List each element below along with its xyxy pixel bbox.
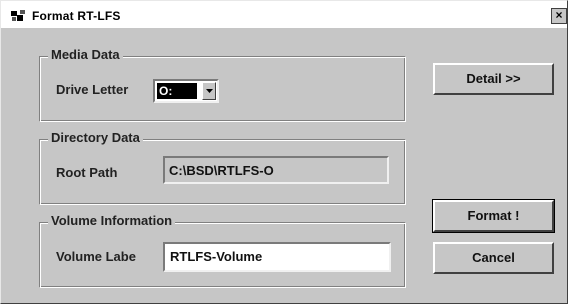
title-bar: Format RT-LFS ×	[1, 1, 567, 28]
cancel-button-label: Cancel	[472, 250, 515, 265]
format-dialog: Format RT-LFS × Media Data Drive Letter …	[0, 0, 568, 304]
detail-button[interactable]: Detail >>	[433, 63, 554, 95]
app-icon	[10, 9, 28, 23]
cancel-button[interactable]: Cancel	[433, 242, 554, 274]
root-path-value: C:\BSD\RTLFS-O	[169, 163, 274, 178]
media-data-legend: Media Data	[48, 47, 123, 62]
volume-label-input[interactable]: RTLFS-Volume	[163, 242, 391, 272]
chevron-down-icon	[206, 89, 213, 93]
format-button-label: Format !	[467, 208, 520, 223]
volume-label-value: RTLFS-Volume	[170, 249, 263, 264]
drive-letter-value: O:	[157, 83, 197, 99]
dropdown-button[interactable]	[202, 82, 216, 100]
detail-button-label: Detail >>	[466, 71, 521, 86]
root-path-label: Root Path	[56, 165, 118, 180]
format-button[interactable]: Format !	[432, 199, 555, 233]
close-icon: ×	[555, 8, 563, 22]
window-title: Format RT-LFS	[32, 9, 121, 23]
volume-information-legend: Volume Information	[48, 213, 176, 228]
root-path-field: C:\BSD\RTLFS-O	[163, 156, 389, 184]
volume-label-label: Volume Labe	[56, 249, 136, 264]
close-button[interactable]: ×	[551, 8, 567, 24]
directory-data-legend: Directory Data	[48, 130, 143, 145]
drive-letter-select[interactable]: O:	[153, 79, 219, 103]
drive-letter-label: Drive Letter	[56, 82, 129, 97]
